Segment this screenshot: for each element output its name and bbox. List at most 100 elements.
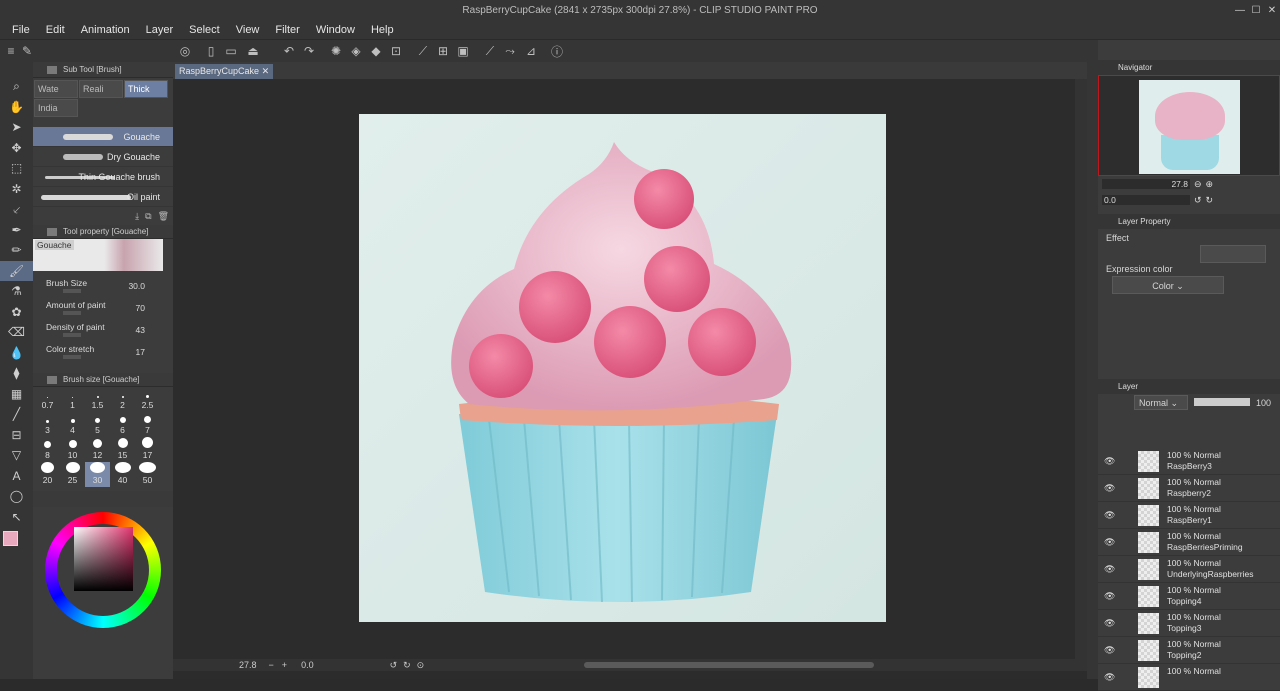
save-icon[interactable]: ⏏ [244,42,262,60]
pen-icon[interactable]: ✎ [18,42,36,60]
subtool-tab-thick[interactable]: Thick [124,80,168,98]
brush-size-option[interactable]: 50 [135,462,160,487]
menu-filter[interactable]: Filter [267,24,307,36]
layer-row[interactable]: 👁 100 % Normal Topping3 [1098,610,1280,637]
eye-icon[interactable]: 👁 [1104,672,1115,683]
brush-size-option[interactable]: 0.7 [35,387,60,412]
eye-icon[interactable]: 👁 [1104,618,1115,629]
brush-size-option[interactable]: 15 [110,437,135,462]
expression-color-select[interactable]: Color ⌄ [1112,276,1224,294]
brush-size-option[interactable]: 10 [60,437,85,462]
clear-icon[interactable]: ◈ [347,42,365,60]
maximize-button[interactable]: ☐ [1248,0,1264,20]
zoom-out-icon[interactable]: − [269,660,274,670]
menu-file[interactable]: File [4,24,38,36]
help-icon[interactable]: ⓘ [548,42,566,60]
canvas-rotation-value[interactable]: 0.0 [301,660,314,670]
brush-size-option[interactable]: 25 [60,462,85,487]
pen-ruler-icon[interactable]: ⊿ [522,42,540,60]
brush-size-option[interactable]: 7 [135,412,160,437]
ruler-icon[interactable]: ⟋ [481,42,499,60]
main-color-swatch[interactable] [3,531,18,546]
eye-icon[interactable]: 👁 [1104,483,1115,494]
layer-row[interactable]: 👁 100 % Normal RaspBerry1 [1098,502,1280,529]
eye-icon[interactable]: 👁 [1104,537,1115,548]
eyedropper-icon[interactable]: ⸔ [0,199,33,220]
zoom-icon[interactable]: ⌕ [0,76,33,97]
vertical-scrollbar[interactable] [1075,79,1087,659]
layer-row[interactable]: 👁 100 % Normal RaspBerriesPriming [1098,529,1280,556]
blend-icon[interactable]: 💧 [0,343,33,364]
eye-icon[interactable]: 👁 [1104,564,1115,575]
brush-size-option[interactable]: 20 [35,462,60,487]
clip-studio-icon[interactable]: ◎ [176,42,194,60]
brush-item-oil-paint[interactable]: Oil paint [33,187,173,207]
navigator-zoom-slider[interactable]: 27.8 [1102,179,1190,189]
brush-size-option[interactable]: 6 [110,412,135,437]
rotate-left-icon[interactable]: ↺ [1194,195,1202,206]
subtool-tab-watercolor[interactable]: Wate [34,80,78,98]
brush-size-option[interactable]: 3 [35,412,60,437]
selection-icon[interactable]: ⬚ [0,158,33,179]
saturation-value-square[interactable] [74,527,133,591]
brush-ruler-icon[interactable]: ⤳ [501,42,519,60]
navigator-rotation-slider[interactable]: 0.0 [1102,195,1190,205]
frame-icon[interactable]: ⊟ [0,425,33,446]
menu-layer[interactable]: Layer [138,24,182,36]
menu-help[interactable]: Help [363,24,402,36]
trash-icon[interactable]: 🗑 [158,211,169,222]
opacity-slider[interactable] [1194,398,1250,406]
brush-size-option[interactable]: 8 [35,437,60,462]
layer-row[interactable]: 👁 100 % Normal UnderlyingRaspberries [1098,556,1280,583]
prop-density-of-paint[interactable]: Density of paint 43 [33,319,173,341]
rotate-right-icon[interactable]: ↻ [403,660,411,671]
minimize-button[interactable]: — [1232,0,1248,20]
brush-size-option[interactable]: 1.5 [85,387,110,412]
menu-window[interactable]: Window [308,24,363,36]
zoom-in-icon[interactable]: ⊕ [1206,179,1214,190]
snap-grid-icon[interactable]: ▣ [454,42,472,60]
brush-size-option[interactable]: 30 [85,462,110,487]
eye-icon[interactable]: 👁 [1104,591,1115,602]
navigator-preview[interactable] [1098,75,1280,176]
fill-icon[interactable]: ◆ [367,42,385,60]
move-icon[interactable]: ✥ [0,138,33,159]
zoom-out-icon[interactable]: ⊖ [1194,179,1202,190]
layer-row[interactable]: 👁 100 % Normal Topping2 [1098,637,1280,664]
wand-icon[interactable]: ✲ [0,179,33,200]
close-tab-icon[interactable]: ✕ [262,66,270,76]
loading-icon[interactable]: ✺ [327,42,345,60]
brush-size-option[interactable]: 1 [60,387,85,412]
close-button[interactable]: ✕ [1264,0,1280,20]
layer-row[interactable]: 👁 100 % Normal [1098,664,1280,691]
gradient-icon[interactable]: ▦ [0,384,33,405]
eraser-icon[interactable]: ⌫ [0,322,33,343]
blend-mode-select[interactable]: Normal ⌄ [1134,395,1188,410]
subtool-tab-india[interactable]: India [34,99,78,117]
new-file-icon[interactable]: ▯ [202,42,220,60]
horizontal-scrollbar[interactable] [584,662,875,668]
open-folder-icon[interactable]: ▭ [222,42,240,60]
brush-size-option[interactable]: 5 [85,412,110,437]
airbrush-icon[interactable]: ⚗ [0,281,33,302]
brush-item-thin-gouache[interactable]: Thin Gouache brush [33,167,173,187]
prop-brush-size[interactable]: Brush Size 30.0 [33,275,173,297]
menu-select[interactable]: Select [181,24,228,36]
transform-icon[interactable]: ⊡ [387,42,405,60]
panel-splitter[interactable] [1087,40,1098,679]
canvas-zoom-value[interactable]: 27.8 [239,660,257,670]
brush-size-option[interactable]: 2 [110,387,135,412]
balloon-icon[interactable]: ◯ [0,486,33,507]
correct-line-icon[interactable]: ↖ [0,507,33,528]
rotate-left-icon[interactable]: ↺ [390,660,398,671]
effect-buttons[interactable] [1200,245,1266,263]
text-icon[interactable]: A [0,466,33,487]
brush-size-option[interactable]: 4 [60,412,85,437]
brush-size-option[interactable]: 2.5 [135,387,160,412]
eye-icon[interactable]: 👁 [1104,645,1115,656]
rotate-right-icon[interactable]: ↻ [1206,195,1214,206]
brush-icon[interactable]: 🖌 [0,260,33,281]
brush-item-gouache[interactable]: Gouache [33,127,173,147]
cupcake-artwork[interactable] [359,114,886,622]
menu-view[interactable]: View [228,24,268,36]
